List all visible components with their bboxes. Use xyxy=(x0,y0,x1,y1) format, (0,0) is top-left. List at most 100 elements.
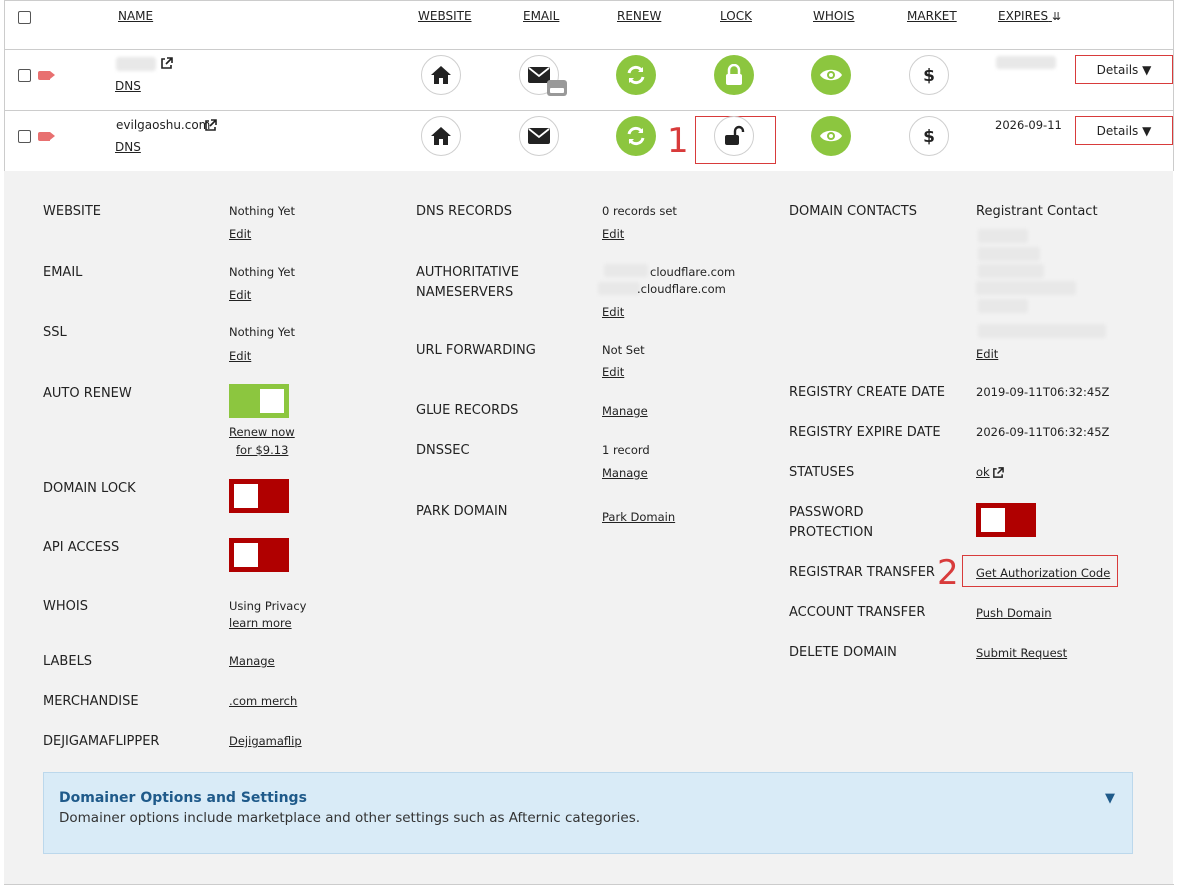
contacts-edit-link[interactable]: Edit xyxy=(976,347,998,361)
dejigamaflipper-label: DEJIGAMAFLIPPER xyxy=(43,734,160,749)
svg-text:$: $ xyxy=(923,127,935,147)
api-access-label: API ACCESS xyxy=(43,540,120,555)
push-domain-link[interactable]: Push Domain xyxy=(976,606,1052,620)
labels-manage-link[interactable]: Manage xyxy=(229,654,275,668)
details-button[interactable]: Details ▼ xyxy=(1075,55,1173,84)
dns-records-edit-link[interactable]: Edit xyxy=(602,227,624,241)
labels-label: LABELS xyxy=(43,654,93,669)
account-transfer-label: ACCOUNT TRANSFER xyxy=(789,605,926,620)
dnssec-label: DNSSEC xyxy=(416,443,470,458)
whois-eye-icon[interactable] xyxy=(811,55,851,95)
park-domain-link[interactable]: Park Domain xyxy=(602,510,675,524)
column-header-whois[interactable]: WHOIS xyxy=(813,9,855,23)
website-label: WEBSITE xyxy=(43,204,101,219)
get-authorization-code-link[interactable]: Get Authorization Code xyxy=(976,566,1110,580)
auto-renew-toggle[interactable] xyxy=(229,384,289,418)
external-link-icon[interactable] xyxy=(160,55,173,74)
redacted-contact-details xyxy=(976,281,1076,295)
registry-expire-date-label: REGISTRY EXPIRE DATE xyxy=(789,425,941,440)
website-edit-link[interactable]: Edit xyxy=(229,227,251,241)
email-edit-link[interactable]: Edit xyxy=(229,288,251,302)
redacted-contact-details xyxy=(978,247,1040,261)
email-envelope-icon[interactable] xyxy=(519,116,559,156)
api-access-toggle[interactable] xyxy=(229,538,289,572)
redacted-domain-name xyxy=(116,57,156,71)
tag-icon[interactable] xyxy=(38,71,55,80)
merchandise-link[interactable]: .com merch xyxy=(229,694,297,708)
ssl-value: Nothing Yet xyxy=(229,325,295,339)
domain-contacts-label: DOMAIN CONTACTS xyxy=(789,204,917,219)
redacted-nameserver-1 xyxy=(604,264,648,277)
website-home-icon[interactable] xyxy=(421,116,461,156)
lock-open-icon[interactable] xyxy=(714,116,754,156)
chevron-down-icon[interactable]: ▼ xyxy=(1105,791,1115,806)
redacted-contact-details xyxy=(978,229,1028,243)
password-protection-toggle[interactable] xyxy=(976,503,1036,537)
website-home-icon[interactable] xyxy=(421,55,461,95)
registrar-transfer-label: REGISTRAR TRANSFER xyxy=(789,565,935,580)
details-button[interactable]: Details ▼ xyxy=(1075,116,1173,145)
dns-records-value: 0 records set xyxy=(602,204,677,218)
dns-link[interactable]: DNS xyxy=(115,140,141,154)
dns-link[interactable]: DNS xyxy=(115,79,141,93)
status-ok-link[interactable]: ok xyxy=(976,465,990,479)
domainer-options-section[interactable]: Domainer Options and Settings Domainer o… xyxy=(43,772,1133,854)
registrant-contact-value: Registrant Contact xyxy=(976,204,1098,219)
url-forwarding-edit-link[interactable]: Edit xyxy=(602,365,624,379)
whois-value: Using Privacy xyxy=(229,599,307,613)
protection-label: PROTECTION xyxy=(789,525,874,540)
column-header-name[interactable]: NAME xyxy=(118,9,153,23)
row-domain-name[interactable]: evilgaoshu.com xyxy=(116,118,210,132)
whois-label: WHOIS xyxy=(43,599,88,614)
glue-records-manage-link[interactable]: Manage xyxy=(602,404,648,418)
whois-learn-more-link[interactable]: learn more xyxy=(229,616,292,630)
lock-closed-icon[interactable] xyxy=(714,55,754,95)
registry-create-date-label: REGISTRY CREATE DATE xyxy=(789,385,945,400)
nameservers-edit-link[interactable]: Edit xyxy=(602,305,624,319)
column-header-email[interactable]: EMAIL xyxy=(523,9,559,23)
email-value: Nothing Yet xyxy=(229,265,295,279)
renew-price-link[interactable]: for $9.13 xyxy=(236,443,288,457)
email-forward-badge-icon xyxy=(547,80,567,96)
row-checkbox[interactable] xyxy=(18,69,31,82)
column-header-renew[interactable]: RENEW xyxy=(617,9,661,23)
tag-icon[interactable] xyxy=(38,132,55,141)
park-domain-label: PARK DOMAIN xyxy=(416,504,508,519)
market-dollar-icon[interactable]: $ xyxy=(909,55,949,95)
redacted-contact-details xyxy=(978,324,1106,338)
domain-lock-toggle[interactable] xyxy=(229,479,289,513)
column-header-lock[interactable]: LOCK xyxy=(720,9,752,23)
dnssec-manage-link[interactable]: Manage xyxy=(602,466,648,480)
dejigamaflip-link[interactable]: Dejigamaflip xyxy=(229,734,302,748)
row-expire-date: 2026-09-11 xyxy=(995,118,1062,132)
renew-now-link[interactable]: Renew now xyxy=(229,425,295,439)
domainer-options-title[interactable]: Domainer Options and Settings xyxy=(59,790,307,806)
column-header-expires[interactable]: EXPIRES ⇊ xyxy=(998,9,1061,23)
delete-domain-label: DELETE DOMAIN xyxy=(789,645,897,660)
market-dollar-icon[interactable]: $ xyxy=(909,116,949,156)
redacted-nameserver-2 xyxy=(598,282,640,295)
external-link-icon[interactable] xyxy=(992,464,1004,483)
dnssec-value: 1 record xyxy=(602,443,650,457)
ssl-label: SSL xyxy=(43,325,67,340)
renew-refresh-icon[interactable] xyxy=(616,116,656,156)
password-label: PASSWORD xyxy=(789,505,864,520)
url-forwarding-label: URL FORWARDING xyxy=(416,343,536,358)
renew-refresh-icon[interactable] xyxy=(616,55,656,95)
svg-text:$: $ xyxy=(923,66,935,86)
ssl-edit-link[interactable]: Edit xyxy=(229,349,251,363)
glue-records-label: GLUE RECORDS xyxy=(416,403,519,418)
statuses-label: STATUSES xyxy=(789,465,855,480)
row-checkbox[interactable] xyxy=(18,130,31,143)
select-all-checkbox[interactable] xyxy=(18,11,31,24)
column-header-market[interactable]: MARKET xyxy=(907,9,957,23)
column-header-website[interactable]: WEBSITE xyxy=(418,9,472,23)
submit-request-link[interactable]: Submit Request xyxy=(976,646,1067,660)
registry-expire-date-value: 2026-09-11T06:32:45Z xyxy=(976,425,1110,439)
dns-records-label: DNS RECORDS xyxy=(416,204,512,219)
external-link-icon[interactable] xyxy=(204,117,217,136)
redacted-contact-details xyxy=(978,299,1028,313)
annotation-number-2: 2 xyxy=(937,553,959,593)
auto-renew-label: AUTO RENEW xyxy=(43,386,132,401)
whois-eye-icon[interactable] xyxy=(811,116,851,156)
